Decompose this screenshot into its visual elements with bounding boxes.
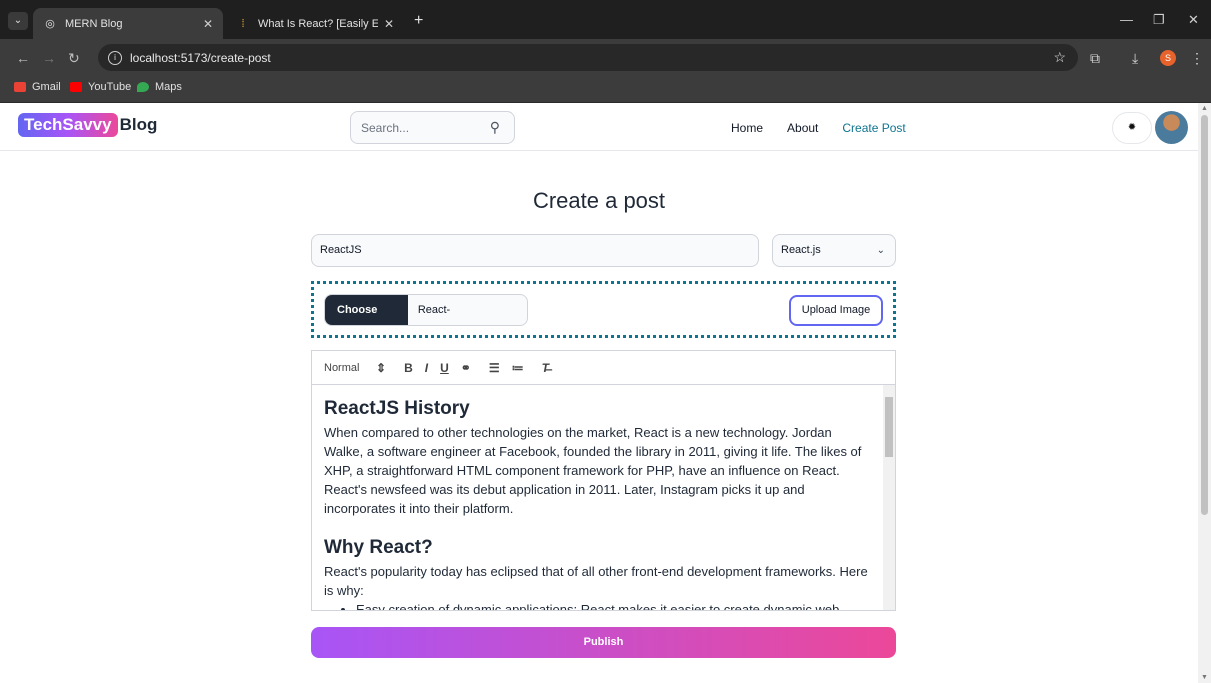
maps-icon: [137, 82, 149, 92]
underline-icon[interactable]: U: [440, 361, 449, 375]
editor-scrollbar[interactable]: [883, 385, 895, 610]
editor-content[interactable]: ReactJS History When compared to other t…: [312, 385, 884, 610]
tab-title: What Is React? [Easily Explained: [258, 17, 378, 30]
bookmark-star-icon[interactable]: ☆: [1053, 49, 1066, 66]
search-input[interactable]: [361, 120, 481, 135]
file-input[interactable]: Choose file React-Fro...guage.png: [324, 294, 528, 326]
category-value: React.js: [781, 244, 821, 256]
content-paragraph: React's popularity today has eclipsed th…: [324, 564, 868, 598]
tab-search-icon[interactable]: ⌄: [8, 12, 28, 30]
upload-image-button[interactable]: Upload Image: [789, 295, 883, 326]
bookmark-label: Maps: [155, 81, 182, 93]
clear-format-icon[interactable]: T̶: [542, 361, 549, 375]
browser-tab-bar: ⌄ ◎ MERN Blog ✕ ⁞ What Is React? [Easily…: [0, 0, 1211, 39]
main-nav: Home About Create Post: [731, 121, 906, 135]
globe-icon: ◎: [45, 18, 55, 30]
nav-about[interactable]: About: [787, 121, 818, 135]
address-bar: ← → ↻ i localhost:5173/create-post ☆ ⧉ ⤓…: [0, 39, 1211, 77]
content-heading: Why React?: [324, 537, 433, 558]
title-input[interactable]: ReactJS: [311, 234, 759, 267]
tab-title: MERN Blog: [65, 17, 123, 30]
site-info-icon[interactable]: i: [108, 50, 122, 65]
window-close-icon[interactable]: ✕: [1188, 12, 1199, 28]
nav-create-post[interactable]: Create Post: [842, 121, 905, 135]
new-tab-icon[interactable]: +: [414, 13, 423, 29]
content-paragraph: When compared to other technologies on t…: [324, 425, 862, 516]
logo-suffix: Blog: [119, 115, 158, 134]
bookmark-youtube[interactable]: YouTube: [70, 81, 131, 93]
bookmark-label: YouTube: [88, 81, 132, 93]
bullet-list-icon[interactable]: ≔: [512, 361, 524, 375]
menu-dots-icon[interactable]: ⋮: [1190, 50, 1204, 67]
bold-icon[interactable]: B: [404, 361, 413, 375]
editor-toolbar: Normal ⇕ B I U ⚭ ☰ ≔ T̶: [312, 351, 895, 385]
close-icon[interactable]: ✕: [203, 17, 213, 31]
site-logo[interactable]: TechSavvy Blog: [18, 113, 157, 137]
tab-mern-blog[interactable]: ◎ MERN Blog ✕: [33, 8, 223, 39]
search-box: ⚲: [350, 111, 515, 144]
site-favicon-icon: ⁞: [241, 17, 245, 30]
page-scrollbar[interactable]: ▲ ▼: [1198, 103, 1211, 683]
scroll-up-icon[interactable]: ▲: [1201, 105, 1208, 112]
avatar[interactable]: [1155, 111, 1188, 144]
bookmarks-bar: Gmail YouTube Maps: [0, 77, 1211, 103]
rich-text-editor: Normal ⇕ B I U ⚭ ☰ ≔ T̶ ReactJS History …: [311, 350, 896, 611]
page-title: Create a post: [532, 188, 666, 213]
link-icon[interactable]: ⚭: [461, 361, 471, 375]
close-icon[interactable]: ✕: [384, 17, 394, 31]
editor-scroll-thumb[interactable]: [885, 397, 893, 457]
theme-toggle-button[interactable]: ✹: [1112, 112, 1152, 144]
italic-icon[interactable]: I: [425, 361, 428, 375]
content-list: Easy creation of dynamic applications: R…: [356, 600, 872, 610]
content-heading: ReactJS History: [324, 398, 470, 419]
category-select[interactable]: React.js ⌄: [772, 234, 896, 267]
minimize-icon[interactable]: —: [1120, 12, 1133, 27]
logo-brand: TechSavvy: [18, 113, 118, 137]
publish-button[interactable]: Publish: [311, 627, 896, 658]
scroll-down-icon[interactable]: ▼: [1201, 674, 1208, 681]
ordered-list-icon[interactable]: ☰: [489, 361, 500, 375]
format-select-arrows-icon[interactable]: ⇕: [376, 361, 386, 375]
youtube-icon: [70, 82, 82, 92]
back-icon[interactable]: ←: [16, 50, 30, 66]
url-text: localhost:5173/create-post: [130, 50, 271, 65]
restore-icon[interactable]: ❐: [1153, 12, 1165, 28]
bookmark-gmail[interactable]: Gmail: [14, 81, 61, 93]
extensions-icon[interactable]: ⧉: [1090, 50, 1100, 67]
choose-file-button[interactable]: Choose file: [325, 295, 408, 325]
url-field[interactable]: i localhost:5173/create-post ☆: [98, 44, 1078, 71]
format-select[interactable]: Normal: [324, 362, 376, 374]
selected-file-name: React-Fro...guage.png: [417, 304, 451, 316]
list-item: Easy creation of dynamic applications: R…: [356, 600, 872, 610]
page-viewport: TechSavvy Blog ⚲ Home About Create Post …: [0, 103, 1198, 683]
tab-what-is-react[interactable]: ⁞ What Is React? [Easily Explained ✕: [226, 8, 404, 39]
search-icon[interactable]: ⚲: [490, 119, 500, 136]
reload-icon[interactable]: ↻: [68, 50, 80, 67]
nav-home[interactable]: Home: [731, 121, 763, 135]
bookmark-maps[interactable]: Maps: [137, 81, 182, 93]
chevron-down-icon: ⌄: [876, 245, 885, 256]
bookmark-label: Gmail: [32, 81, 61, 93]
gmail-icon: [14, 82, 26, 92]
site-header: TechSavvy Blog ⚲ Home About Create Post …: [0, 103, 1198, 151]
page-scroll-thumb[interactable]: [1201, 115, 1208, 515]
download-icon[interactable]: ⤓: [1132, 50, 1138, 67]
profile-avatar-icon[interactable]: S: [1160, 50, 1176, 66]
forward-icon[interactable]: →: [42, 50, 56, 66]
image-upload-area: Choose file React-Fro...guage.png Upload…: [311, 281, 896, 338]
